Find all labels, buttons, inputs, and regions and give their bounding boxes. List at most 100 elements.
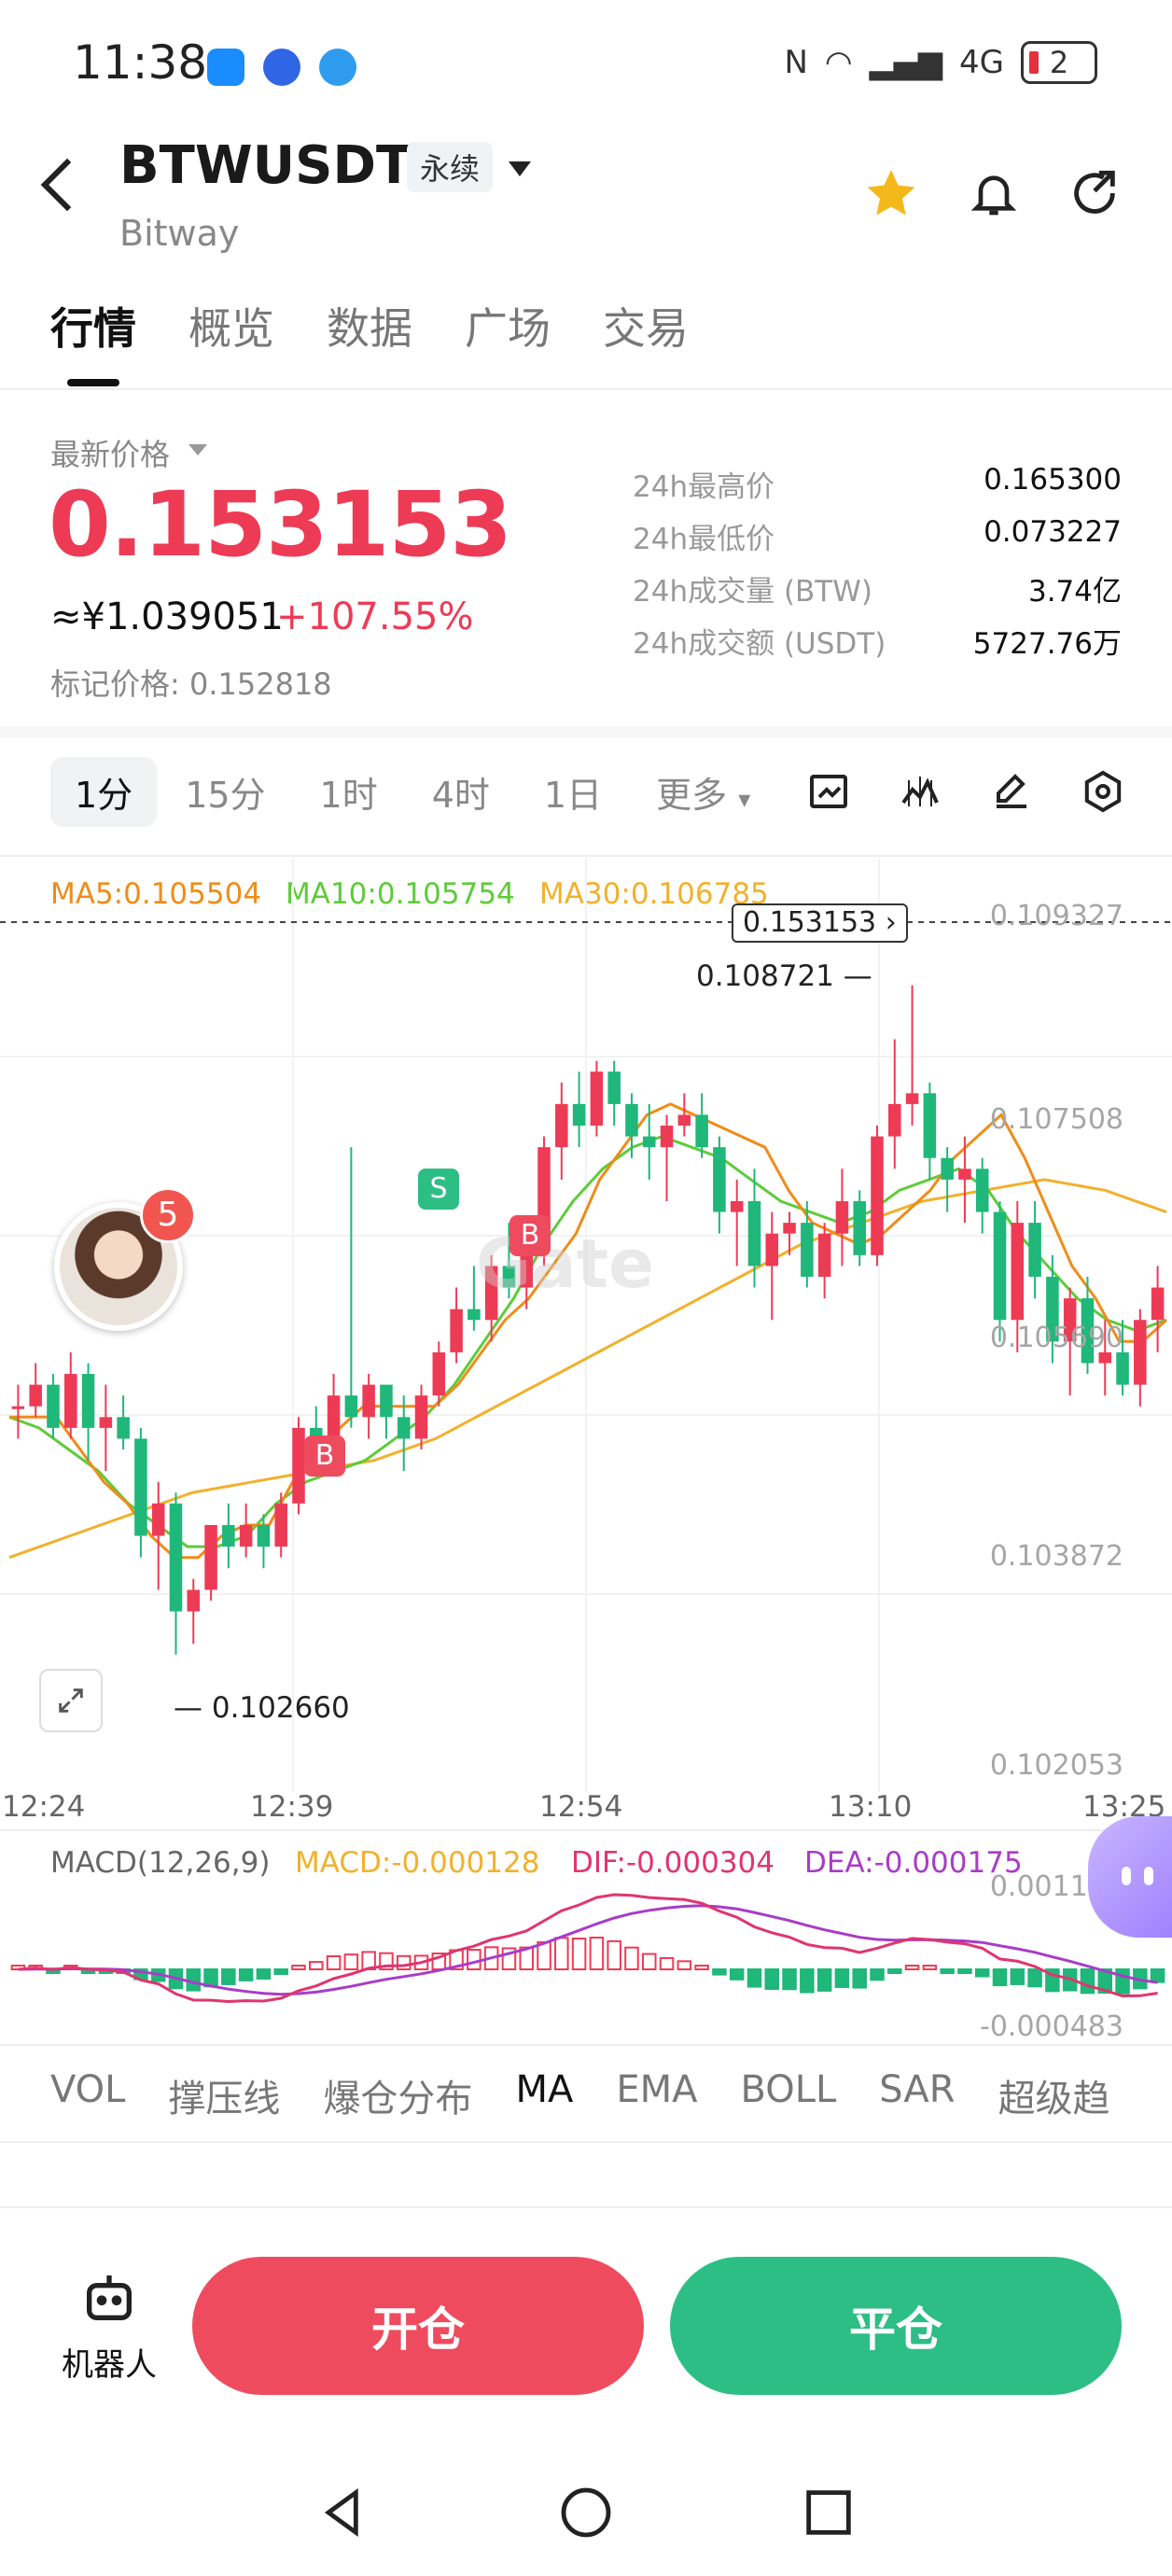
tab-data[interactable]: 数据 xyxy=(327,295,412,357)
macd-histogram-bar xyxy=(1115,1968,1130,1995)
battery-icon: 2 xyxy=(1021,41,1097,84)
candle xyxy=(1134,1309,1147,1407)
indicator-support-resistance[interactable]: 撑压线 xyxy=(168,2068,280,2122)
notification-badge: 5 xyxy=(140,1187,196,1243)
tab-trade[interactable]: 交易 xyxy=(603,295,689,357)
back-button[interactable] xyxy=(40,158,94,212)
x-tick-label: 12:54 xyxy=(539,1790,623,1824)
candle xyxy=(642,1103,656,1180)
macd-histogram-bar xyxy=(957,1968,972,1974)
candle xyxy=(993,1200,1007,1342)
messages-app-icon xyxy=(207,49,244,86)
macd-histogram-bar xyxy=(887,1968,902,1974)
candle xyxy=(1028,1200,1041,1299)
timeframe-15m[interactable]: 15分 xyxy=(185,766,265,818)
macd-histogram-bar xyxy=(1027,1968,1042,1988)
candle xyxy=(660,1114,674,1201)
x-tick-label: 12:24 xyxy=(2,1790,86,1824)
caret-down-icon[interactable] xyxy=(188,444,207,455)
macd-histogram-bar xyxy=(974,1968,990,1978)
indicator-liquidation[interactable]: 爆仓分布 xyxy=(323,2068,472,2122)
macd-histogram-bar xyxy=(677,1960,692,1971)
macd-chart xyxy=(10,1893,1165,2004)
mark-price: 标记价格: 0.152818 xyxy=(50,666,332,702)
buy-marker[interactable]: B xyxy=(304,1435,345,1477)
buy-marker[interactable]: B xyxy=(509,1215,551,1256)
settings-gear-icon[interactable] xyxy=(1075,763,1131,819)
candle xyxy=(607,1060,621,1127)
candle xyxy=(151,1481,165,1590)
nfc-icon: N xyxy=(784,44,808,81)
macd-histogram-bar xyxy=(729,1968,745,1981)
macd-histogram-bar xyxy=(309,1961,324,1971)
floating-assistant-button[interactable] xyxy=(1088,1816,1172,1938)
indicator-ma[interactable]: MA xyxy=(515,2068,573,2122)
macd-histogram-bar xyxy=(256,1968,272,1980)
candle xyxy=(1151,1266,1165,1352)
latest-price-label[interactable]: 最新价格 xyxy=(50,431,170,474)
candle xyxy=(555,1082,568,1180)
nav-recents-icon[interactable] xyxy=(799,2483,858,2542)
expand-icon[interactable] xyxy=(39,1669,103,1732)
indicator-boll[interactable]: BOLL xyxy=(740,2068,836,2122)
nav-back-icon[interactable] xyxy=(314,2483,373,2542)
indicator-supertrend[interactable]: 超级趋 xyxy=(998,2068,1110,2122)
divider xyxy=(0,2206,1172,2208)
candle xyxy=(677,1093,691,1137)
last-price-pill[interactable]: 0.153153 › xyxy=(732,903,908,943)
macd-histogram-bar xyxy=(904,1965,920,1970)
network-type: 4G xyxy=(959,44,1004,81)
symbol-title[interactable]: BTWUSDT xyxy=(119,135,412,196)
status-time: 11:38 xyxy=(73,35,208,90)
indicator-vol[interactable]: VOL xyxy=(50,2068,125,2122)
robot-icon xyxy=(87,2275,132,2320)
y-tick-label: 0.107508 xyxy=(989,1103,1123,1136)
timeframe-1m[interactable]: 1分 xyxy=(50,756,158,827)
timeframe-more[interactable]: 更多 ▾ xyxy=(656,766,750,818)
candle xyxy=(975,1157,989,1234)
macd-histogram-bar xyxy=(834,1968,850,1988)
trading-bot-button[interactable]: 机器人 xyxy=(58,2268,160,2385)
bell-icon[interactable] xyxy=(961,161,1026,226)
macd-histogram-bar xyxy=(396,1954,412,1970)
candle xyxy=(11,1384,25,1439)
candle xyxy=(905,985,919,1127)
tab-square[interactable]: 广场 xyxy=(465,295,551,357)
cny-price: ≈¥1.039051 xyxy=(50,595,284,638)
market-tabs: 行情 概览 数据 广场 交易 xyxy=(50,295,689,357)
macd-histogram-bar xyxy=(537,1940,551,1970)
y-tick-label: 0.109327 xyxy=(989,900,1123,932)
macd-title: MACD(12,26,9) xyxy=(50,1846,271,1880)
timeframe-1h[interactable]: 1时 xyxy=(320,766,378,818)
tab-market[interactable]: 行情 xyxy=(50,295,136,357)
macd-histogram-bar xyxy=(870,1968,885,1981)
macd-histogram-bar xyxy=(922,1965,938,1970)
candle xyxy=(941,1147,954,1212)
last-price: 0.153153 xyxy=(49,472,512,577)
close-position-button[interactable]: 平仓 xyxy=(670,2257,1122,2395)
macd-histogram-bar xyxy=(940,1968,955,1974)
y-tick-label: 0.103872 xyxy=(989,1540,1123,1573)
indicator-icon[interactable] xyxy=(892,763,948,819)
contract-type-badge[interactable]: 永续 xyxy=(407,142,494,192)
chevron-down-icon[interactable] xyxy=(509,161,531,176)
timeframe-4h[interactable]: 4时 xyxy=(432,766,490,818)
watermark-logo: Gate xyxy=(476,1225,654,1303)
share-icon[interactable] xyxy=(1062,161,1127,226)
macd-histogram-bar xyxy=(800,1968,815,1994)
macd-histogram-bar xyxy=(816,1968,832,1992)
chart-type-icon[interactable] xyxy=(801,763,857,819)
timeframe-1d[interactable]: 1日 xyxy=(544,766,602,818)
tab-overview[interactable]: 概览 xyxy=(188,295,274,357)
favorite-star-icon[interactable] xyxy=(858,161,924,226)
nav-home-icon[interactable] xyxy=(556,2483,616,2542)
indicator-sar[interactable]: SAR xyxy=(879,2068,955,2122)
macd-histogram-bar xyxy=(291,1965,306,1970)
macd-histogram-bar xyxy=(764,1968,780,1990)
open-position-button[interactable]: 开仓 xyxy=(192,2257,644,2395)
draw-pen-icon[interactable] xyxy=(984,763,1039,819)
candle xyxy=(801,1200,814,1288)
indicator-ema[interactable]: EMA xyxy=(616,2068,697,2122)
sell-marker[interactable]: S xyxy=(418,1169,459,1210)
candle xyxy=(888,1039,901,1169)
